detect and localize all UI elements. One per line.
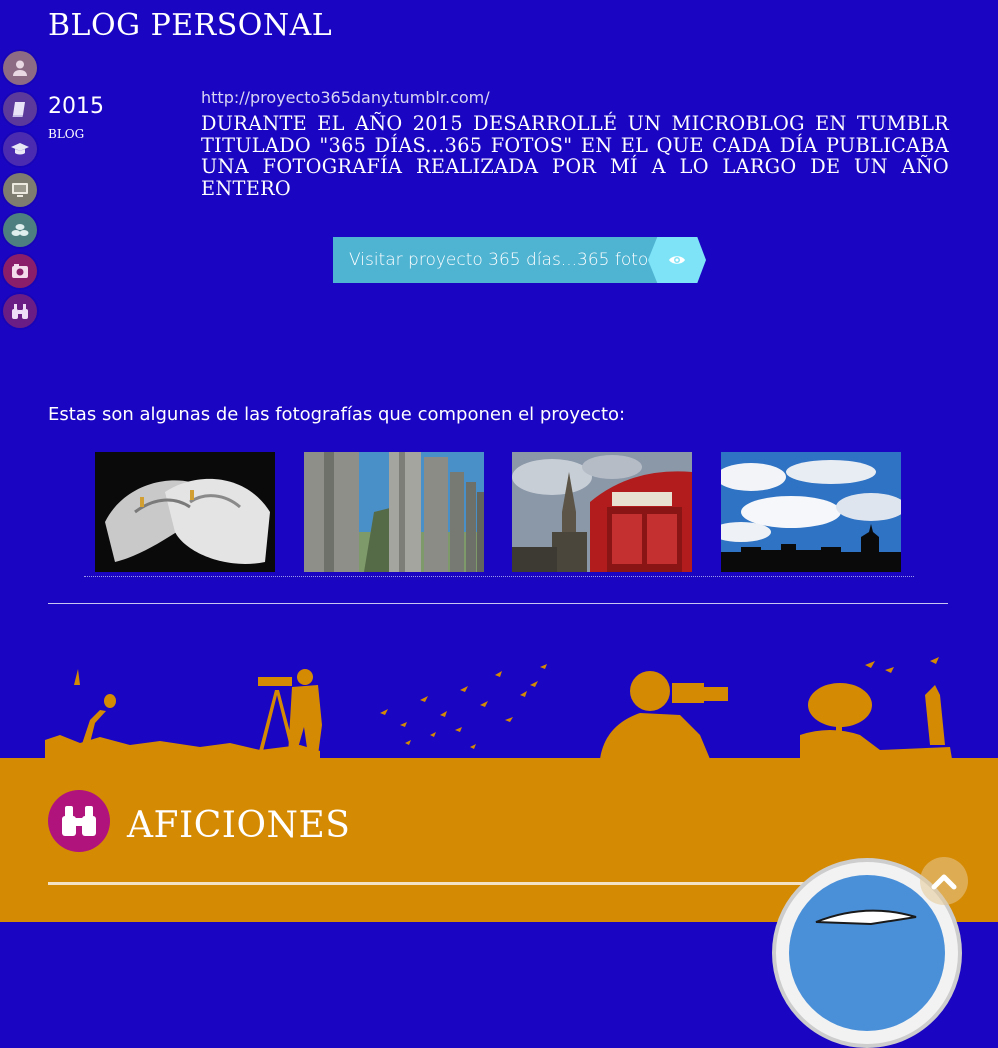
hands-with-rings-photo[interactable] (95, 452, 275, 572)
hobbies-icon-badge (48, 790, 110, 852)
entry-category: BLOG (48, 127, 85, 141)
red-phone-box-photo[interactable] (512, 452, 692, 572)
nav-training-button[interactable] (3, 132, 37, 166)
side-navigation (3, 51, 39, 335)
entry-year: 2015 (48, 94, 104, 119)
visit-project-button[interactable]: Visitar proyecto 365 días...365 fotos (333, 237, 663, 283)
monitor-icon (12, 182, 28, 197)
hobbies-title: AFICIONES (127, 805, 351, 846)
cloudy-sky-photo[interactable] (721, 452, 901, 572)
nav-languages-button[interactable] (3, 213, 37, 247)
nav-computing-button[interactable] (3, 172, 37, 207)
project-description: Durante el año 2015 desarrollé un microb… (201, 112, 949, 200)
stone-columns-photo[interactable] (304, 452, 484, 572)
visit-project-label: Visitar proyecto 365 días...365 fotos (349, 250, 658, 270)
camera-icon (12, 263, 28, 278)
binoculars-icon (12, 304, 28, 319)
eye-icon (669, 256, 685, 264)
book-icon (12, 101, 25, 117)
hobbies-divider (48, 882, 808, 885)
photos-divider (84, 576, 914, 577)
nav-profile-button[interactable] (3, 51, 37, 85)
nav-blog-button[interactable] (3, 253, 37, 288)
stack-icon (11, 224, 29, 236)
visit-project-arrow[interactable] (648, 237, 706, 283)
nav-education-book-button[interactable] (3, 91, 37, 126)
graduation-cap-icon (11, 143, 29, 155)
scroll-to-top-button[interactable] (920, 857, 968, 905)
photos-intro: Estas son algunas de las fotografías que… (48, 404, 626, 425)
nav-hobbies-button[interactable] (3, 294, 37, 328)
chevron-up-icon (931, 874, 957, 890)
user-icon (13, 60, 27, 76)
project-link[interactable]: http://proyecto365dany.tumblr.com/ (201, 88, 490, 107)
section-title: BLOG PERSONAL (48, 8, 333, 43)
section-divider (48, 603, 948, 604)
photography-silhouette-illustration (45, 657, 952, 759)
binoculars-icon (62, 806, 96, 836)
